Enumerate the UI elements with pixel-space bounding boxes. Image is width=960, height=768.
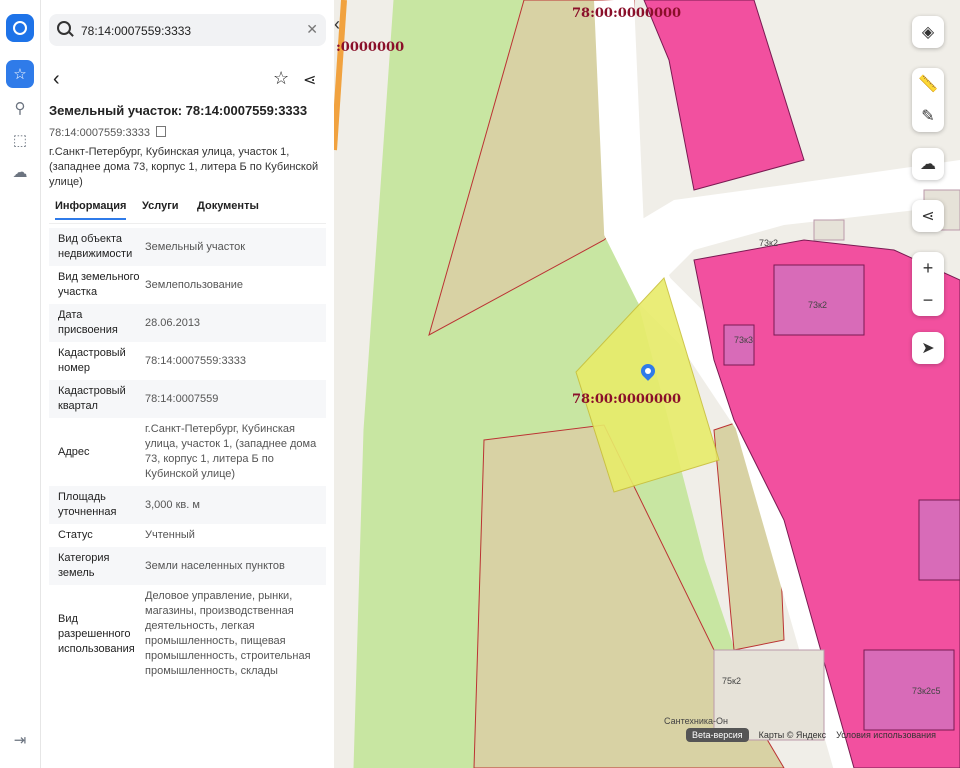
tab-services[interactable]: Услуги <box>142 200 179 212</box>
info-panel: ✕ ‹ ☆ ⋖ Земельный участок: 78:14:0007559… <box>41 0 334 768</box>
building-label-75k2: 75к2 <box>722 676 741 686</box>
info-row: Дата присвоения 28.06.2013 <box>49 304 326 342</box>
info-row-value: Деловое управление, рынки, магазины, про… <box>145 590 311 677</box>
info-row-key: Кадастровый квартал <box>58 385 126 412</box>
cadastral-number-text: 78:14:0007559:3333 <box>49 127 150 139</box>
info-row: Статус Учтенный <box>49 524 326 547</box>
map-canvas <box>334 0 960 768</box>
search-input[interactable] <box>79 19 303 43</box>
info-row-key: Площадь уточненная <box>58 491 117 518</box>
map-label-parcel: 78:00:0000000 <box>572 392 682 407</box>
cloud-icon[interactable]: ☁ <box>6 158 34 186</box>
navigation-arrow-icon: ➤ <box>921 340 935 357</box>
info-row-value: 78:14:0007559 <box>145 392 219 405</box>
favorites-star-icon[interactable]: ☆ <box>6 60 34 88</box>
favorite-star-icon[interactable]: ☆ <box>273 68 289 89</box>
info-row-key: Вид земельного участка <box>58 271 140 298</box>
measure-edit-group: 📏 ✎ <box>912 68 944 132</box>
share-icon: ⋖ <box>921 208 935 225</box>
info-row-value: г.Санкт-Петербург, Кубинская улица, учас… <box>145 423 317 480</box>
tabs: Информация Услуги Документы <box>49 197 326 224</box>
tab-documents[interactable]: Документы <box>197 200 259 212</box>
building-label-73k3: 73к3 <box>734 335 753 345</box>
map-label-top: 78:00:0000000 <box>572 6 682 21</box>
info-row-value: 28.06.2013 <box>145 316 201 329</box>
map-footer: Beta-версия Карты © Яндекс Условия испол… <box>686 728 936 742</box>
layers-icon: ◈ <box>921 24 935 41</box>
ruler-icon[interactable]: 📏 <box>918 68 938 100</box>
tab-info[interactable]: Информация <box>55 200 127 220</box>
map-view[interactable]: 78:00:0000000 :0000000 78:00:0000000 73к… <box>334 0 960 768</box>
building-label-73k2s5: 73к2с5 <box>912 686 941 696</box>
info-row-key: Кадастровый номер <box>58 347 126 374</box>
building-label-73k2-small: 73к2 <box>759 238 778 248</box>
layers-button[interactable]: ◈ <box>912 16 944 48</box>
logout-icon[interactable]: ⇥ <box>6 726 34 754</box>
map-label-left: :0000000 <box>336 40 405 55</box>
info-row: Вид объекта недвижимости Земельный участо… <box>49 228 326 266</box>
edit-icon[interactable]: ✎ <box>921 100 934 132</box>
zoom-in-icon[interactable]: + <box>923 252 934 284</box>
info-row-value: Земельный участок <box>145 240 246 253</box>
beta-badge: Beta-версия <box>686 728 749 742</box>
info-row-key: Вид разрешенного использования <box>58 612 135 655</box>
info-row: Кадастровый квартал 78:14:0007559 <box>49 380 326 418</box>
page-title: Земельный участок: 78:14:0007559:3333 <box>49 103 308 118</box>
info-row-value: Учтенный <box>145 529 195 541</box>
info-row-key: Вид объекта недвижимости <box>58 233 133 260</box>
info-row: Вид разрешенного использования Деловое уп… <box>49 585 326 683</box>
info-row-value: 78:14:0007559:3333 <box>145 354 246 367</box>
app-logo-icon[interactable] <box>6 14 34 42</box>
info-row: Вид земельного участка Землепользование <box>49 266 326 304</box>
info-row-key: Дата присвоения <box>58 309 118 336</box>
info-row: Адрес г.Санкт-Петербург, Кубинская улица,… <box>49 418 326 486</box>
info-row-key: Статус <box>58 529 93 541</box>
geolocate-button[interactable]: ➤ <box>912 332 944 364</box>
share-map-button[interactable]: ⋖ <box>912 200 944 232</box>
select-area-icon[interactable]: ⬚ <box>6 126 34 154</box>
info-table: Вид объекта недвижимости Земельный участо… <box>49 228 326 683</box>
yandex-attribution[interactable]: Карты © Яндекс <box>759 730 827 740</box>
route-icon[interactable]: ⚲ <box>6 94 34 122</box>
info-row-value: Земли населенных пунктов <box>145 559 285 572</box>
collapse-panel-icon[interactable]: ‹ <box>334 14 352 38</box>
poi-label[interactable]: Сантехника-Он <box>664 716 728 726</box>
back-icon[interactable]: ‹ <box>53 68 60 91</box>
zoom-controls: + − <box>912 252 944 316</box>
upload-button[interactable]: ☁ <box>912 148 944 180</box>
info-row-value: Землепользование <box>145 278 244 291</box>
search-bar: ✕ <box>49 14 326 46</box>
info-row: Категория земель Земли населенных пунктов <box>49 547 326 585</box>
info-row-value: 3,000 кв. м <box>145 498 200 511</box>
upload-cloud-icon: ☁ <box>920 156 936 173</box>
info-row-key: Адрес <box>58 445 90 458</box>
address-text: г.Санкт-Петербург, Кубинская улица, учас… <box>49 146 319 188</box>
building-label-73k2: 73к2 <box>808 300 827 310</box>
panel-toolbar: ‹ ☆ ⋖ <box>41 64 334 98</box>
search-icon <box>57 21 71 35</box>
info-row: Кадастровый номер 78:14:0007559:3333 <box>49 342 326 380</box>
info-row: Площадь уточненная 3,000 кв. м <box>49 486 326 524</box>
zoom-out-icon[interactable]: − <box>923 284 934 316</box>
copy-icon[interactable] <box>155 126 166 137</box>
clear-icon[interactable]: ✕ <box>306 21 318 38</box>
left-rail: ☆ ⚲ ⬚ ☁ ⇥ <box>0 0 41 768</box>
terms-link[interactable]: Условия использования <box>836 730 936 740</box>
cadastral-number: 78:14:0007559:3333 <box>49 126 166 139</box>
info-row-key: Категория земель <box>58 552 110 579</box>
share-icon[interactable]: ⋖ <box>303 70 316 90</box>
